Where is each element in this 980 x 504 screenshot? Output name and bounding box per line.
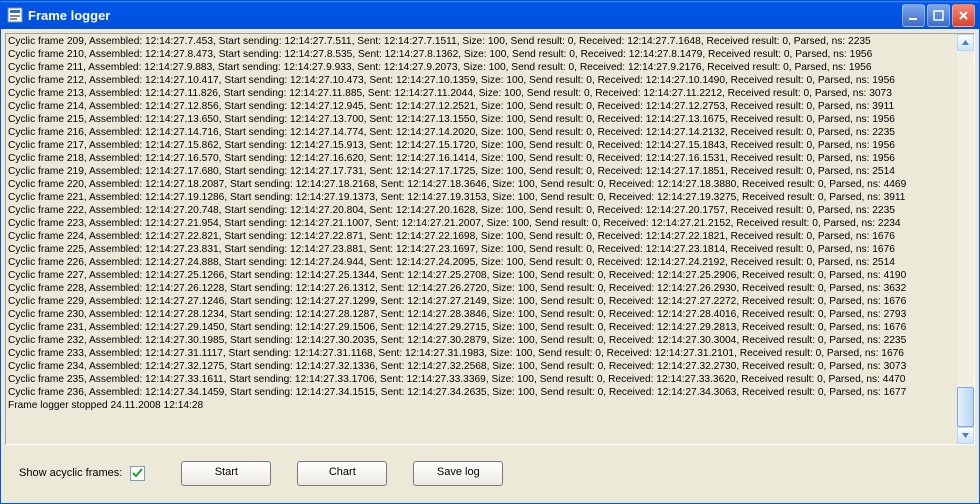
log-line[interactable]: Cyclic frame 234, Assembled: 12:14:27.32…: [8, 360, 972, 373]
show-acyclic-label: Show acyclic frames:: [19, 467, 122, 479]
bottom-panel: Show acyclic frames: Start Chart Save lo…: [5, 445, 975, 499]
log-line[interactable]: Frame logger stopped 24.11.2008 12:14:28: [8, 399, 972, 412]
start-button[interactable]: Start: [181, 461, 271, 486]
vertical-scrollbar[interactable]: [957, 34, 974, 444]
scroll-thumb[interactable]: [957, 387, 974, 427]
log-line[interactable]: Cyclic frame 228, Assembled: 12:14:27.26…: [8, 282, 972, 295]
scroll-up-arrow-icon[interactable]: [957, 34, 974, 51]
window-buttons: [902, 4, 975, 27]
scroll-down-arrow-icon[interactable]: [957, 427, 974, 444]
log-line[interactable]: Cyclic frame 215, Assembled: 12:14:27.13…: [8, 113, 972, 126]
log-line[interactable]: Cyclic frame 235, Assembled: 12:14:27.33…: [8, 373, 972, 386]
titlebar[interactable]: Frame logger: [1, 1, 979, 29]
log-line[interactable]: Cyclic frame 210, Assembled: 12:14:27.8.…: [8, 48, 972, 61]
log-line[interactable]: Cyclic frame 217, Assembled: 12:14:27.15…: [8, 139, 972, 152]
app-icon: [7, 7, 23, 23]
chart-button[interactable]: Chart: [297, 461, 387, 486]
minimize-button[interactable]: [902, 4, 925, 27]
log-line[interactable]: Cyclic frame 232, Assembled: 12:14:27.30…: [8, 334, 972, 347]
log-line[interactable]: Cyclic frame 236, Assembled: 12:14:27.34…: [8, 386, 972, 399]
log-line[interactable]: Cyclic frame 227, Assembled: 12:14:27.25…: [8, 269, 972, 282]
log-line[interactable]: Cyclic frame 222, Assembled: 12:14:27.20…: [8, 204, 972, 217]
log-line[interactable]: Cyclic frame 230, Assembled: 12:14:27.28…: [8, 308, 972, 321]
log-line[interactable]: Cyclic frame 229, Assembled: 12:14:27.27…: [8, 295, 972, 308]
log-line[interactable]: Cyclic frame 231, Assembled: 12:14:27.29…: [8, 321, 972, 334]
log-line[interactable]: Cyclic frame 224, Assembled: 12:14:27.22…: [8, 230, 972, 243]
log-line[interactable]: Cyclic frame 219, Assembled: 12:14:27.17…: [8, 165, 972, 178]
log-line[interactable]: Cyclic frame 214, Assembled: 12:14:27.12…: [8, 100, 972, 113]
log-line[interactable]: Cyclic frame 223, Assembled: 12:14:27.21…: [8, 217, 972, 230]
log-line[interactable]: Cyclic frame 221, Assembled: 12:14:27.19…: [8, 191, 972, 204]
log-line[interactable]: Cyclic frame 233, Assembled: 12:14:27.31…: [8, 347, 972, 360]
log-line[interactable]: Cyclic frame 226, Assembled: 12:14:27.24…: [8, 256, 972, 269]
log-line[interactable]: Cyclic frame 220, Assembled: 12:14:27.18…: [8, 178, 972, 191]
save-log-button[interactable]: Save log: [413, 461, 503, 486]
maximize-button[interactable]: [927, 4, 950, 27]
scroll-track[interactable]: [957, 51, 974, 427]
log-line[interactable]: Cyclic frame 211, Assembled: 12:14:27.9.…: [8, 61, 972, 74]
window-frame: Frame logger Cyclic frame 209, Assembled…: [0, 0, 980, 504]
client-area: Cyclic frame 209, Assembled: 12:14:27.7.…: [1, 29, 979, 503]
log-line[interactable]: Cyclic frame 212, Assembled: 12:14:27.10…: [8, 74, 972, 87]
show-acyclic-checkbox[interactable]: [130, 466, 145, 481]
log-line[interactable]: Cyclic frame 216, Assembled: 12:14:27.14…: [8, 126, 972, 139]
log-listbox[interactable]: Cyclic frame 209, Assembled: 12:14:27.7.…: [5, 33, 975, 445]
log-line[interactable]: Cyclic frame 225, Assembled: 12:14:27.23…: [8, 243, 972, 256]
log-line[interactable]: Cyclic frame 213, Assembled: 12:14:27.11…: [8, 87, 972, 100]
log-line[interactable]: Cyclic frame 209, Assembled: 12:14:27.7.…: [8, 35, 972, 48]
log-content: Cyclic frame 209, Assembled: 12:14:27.7.…: [6, 34, 974, 444]
window-title: Frame logger: [28, 8, 902, 23]
log-line[interactable]: Cyclic frame 218, Assembled: 12:14:27.16…: [8, 152, 972, 165]
close-button[interactable]: [952, 4, 975, 27]
